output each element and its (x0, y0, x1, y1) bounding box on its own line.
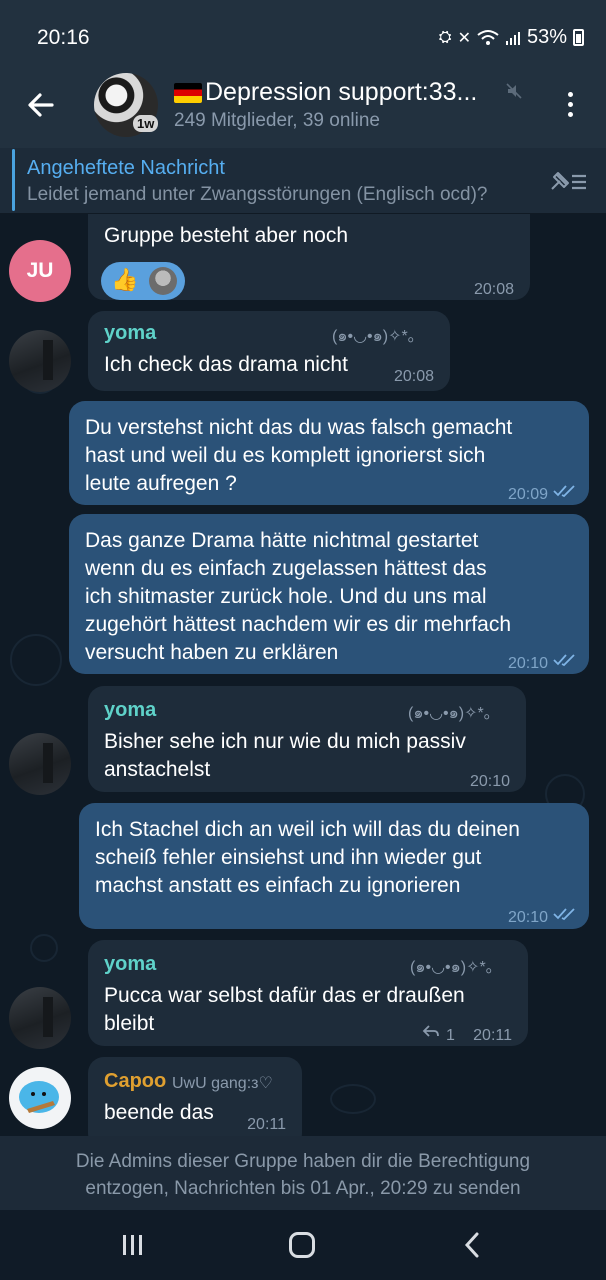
sender-tag: (๑•◡•๑)✧*｡ (410, 959, 494, 976)
reply-count: 1 (446, 1027, 455, 1044)
avatar[interactable] (9, 733, 71, 795)
sender-name: yoma (104, 953, 157, 975)
notification-icon: ⛭ (438, 28, 452, 46)
restriction-notice: Die Admins dieser Gruppe haben dir die B… (0, 1136, 606, 1210)
battery-percent: 53% (526, 26, 567, 48)
message-time: 20:08 (473, 281, 514, 298)
muted-icon (506, 83, 522, 99)
message-time: 20:10 (507, 909, 548, 926)
message-line: Ich Stachel dich an weil ich will das du… (95, 818, 520, 841)
double-check-icon (553, 485, 575, 498)
wifi-icon (477, 29, 499, 45)
message-line: Das ganze Drama hätte nichtmal gestartet (85, 529, 479, 552)
status-time: 20:16 (37, 26, 90, 49)
home-icon[interactable] (289, 1232, 315, 1258)
pinned-title: Angeheftete Nachricht (27, 157, 225, 179)
status-bar: 20:16 ⛭ ✕ 53% (0, 0, 606, 72)
sender-tag: UwU gang:з♡ (172, 1075, 273, 1092)
message-line: scheiß fehler einsiehst und ihn wieder g… (95, 846, 482, 869)
message-time: 20:09 (507, 486, 548, 503)
message-bubble-outgoing[interactable]: Das ganze Drama hätte nichtmal gestartet… (69, 514, 589, 674)
double-check-icon (553, 908, 575, 921)
pinned-message-bar[interactable]: Angeheftete Nachricht Leidet jemand unte… (0, 148, 606, 214)
message-time: 20:11 (247, 1116, 286, 1133)
avatar-badge: 1w (133, 115, 159, 132)
sender-tag: (๑•◡•๑)✧*｡ (408, 705, 492, 722)
message-line: hast und weil du es komplett ignorierst … (85, 444, 486, 467)
background-doodle (10, 634, 62, 686)
message-line: zugehört hättest nachdem wir es dir mehr… (85, 613, 512, 636)
group-title[interactable]: Depression support:33... (174, 78, 477, 107)
sender-name: yoma (104, 322, 157, 344)
message-line: versucht haben zu erklären (85, 641, 339, 664)
group-subtitle: 249 Mitglieder, 39 online (174, 110, 380, 131)
message-bubble-outgoing[interactable]: Du verstehst nicht das du was falsch gem… (69, 401, 589, 505)
message-list[interactable]: Gruppe besteht aber noch 👍 20:08 JU yoma… (0, 214, 606, 1136)
message-bubble-incoming[interactable]: Gruppe besteht aber noch 👍 20:08 (88, 214, 530, 300)
message-line: Pucca war selbst dafür das er draußen (104, 984, 465, 1007)
thumbs-up-icon: 👍 (111, 267, 139, 292)
pinned-text: Leidet jemand unter Zwangsstörungen (Eng… (27, 184, 488, 205)
signal-icon (505, 31, 520, 45)
message-bubble-incoming[interactable]: yoma (๑•◡•๑)✧*｡ Pucca war selbst dafür d… (88, 940, 528, 1046)
message-bubble-incoming[interactable]: Capoo UwU gang:з♡ beende das 20:11 (88, 1057, 302, 1136)
avatar-initials: JU (26, 259, 54, 282)
message-bubble-incoming[interactable]: yoma (๑•◡•๑)✧*｡ Bisher sehe ich nur wie … (88, 686, 526, 792)
restriction-line: entzogen, Nachrichten bis 01 Apr., 20:29… (85, 1178, 521, 1199)
avatar[interactable] (9, 987, 71, 1049)
message-time: 20:10 (469, 773, 510, 790)
message-line: anstachelst (104, 758, 211, 781)
more-menu-icon[interactable] (562, 92, 578, 118)
message-line: bleibt (104, 1012, 155, 1035)
message-text: Gruppe besteht aber noch (104, 224, 349, 247)
message-line: ich shitmaster zurück hole. Und du uns m… (85, 585, 487, 608)
message-line: leute aufregen ? (85, 472, 237, 495)
background-doodle (330, 1084, 376, 1114)
avatar[interactable] (9, 330, 71, 392)
avatar[interactable]: JU (9, 240, 71, 302)
double-check-icon (553, 654, 575, 667)
chat-header: 1w Depression support:33... 249 Mitglied… (0, 72, 606, 148)
mute-status-icon: ✕ (457, 29, 471, 47)
message-line: wenn du es einfach zugelassen hättest da… (85, 557, 487, 580)
sender-name: yoma (104, 699, 157, 721)
message-bubble-incoming[interactable]: yoma (๑•◡•๑)✧*｡ Ich check das drama nich… (88, 311, 450, 391)
reactor-avatar (149, 267, 177, 295)
message-text: Ich check das drama nicht (104, 353, 348, 376)
avatar[interactable] (9, 1067, 71, 1129)
battery-icon (573, 29, 584, 46)
reaction-pill[interactable]: 👍 (101, 262, 185, 300)
pinned-indicator (12, 149, 15, 211)
message-line: Bisher sehe ich nur wie du mich passiv (104, 730, 466, 753)
restriction-line: Die Admins dieser Gruppe haben dir die B… (75, 1151, 531, 1172)
pin-list-icon[interactable] (548, 169, 588, 195)
message-line: Du verstehst nicht das du was falsch gem… (85, 416, 513, 439)
sender-tag: (๑•◡•๑)✧*｡ (332, 328, 416, 345)
message-time: 20:08 (393, 368, 434, 385)
back-arrow-icon[interactable] (24, 88, 58, 122)
recent-apps-icon[interactable] (121, 1233, 145, 1257)
message-time: 20:11 (473, 1027, 512, 1044)
system-nav-bar (0, 1210, 606, 1280)
message-line: machst anstatt es einfach zu ignorieren (95, 874, 461, 897)
message-bubble-outgoing[interactable]: Ich Stachel dich an weil ich will das du… (79, 803, 589, 929)
capoo-avatar-icon (19, 1081, 59, 1113)
reply-icon[interactable] (422, 1024, 440, 1038)
message-text: beende das (104, 1101, 214, 1124)
group-title-text: Depression support:33... (205, 78, 478, 106)
germany-flag-icon (174, 82, 202, 103)
nav-back-icon[interactable] (462, 1231, 482, 1259)
message-time: 20:10 (507, 655, 548, 672)
background-doodle (30, 934, 58, 962)
status-icons: ⛭ ✕ 53% (439, 26, 584, 49)
sender-name: Capoo (104, 1070, 167, 1092)
